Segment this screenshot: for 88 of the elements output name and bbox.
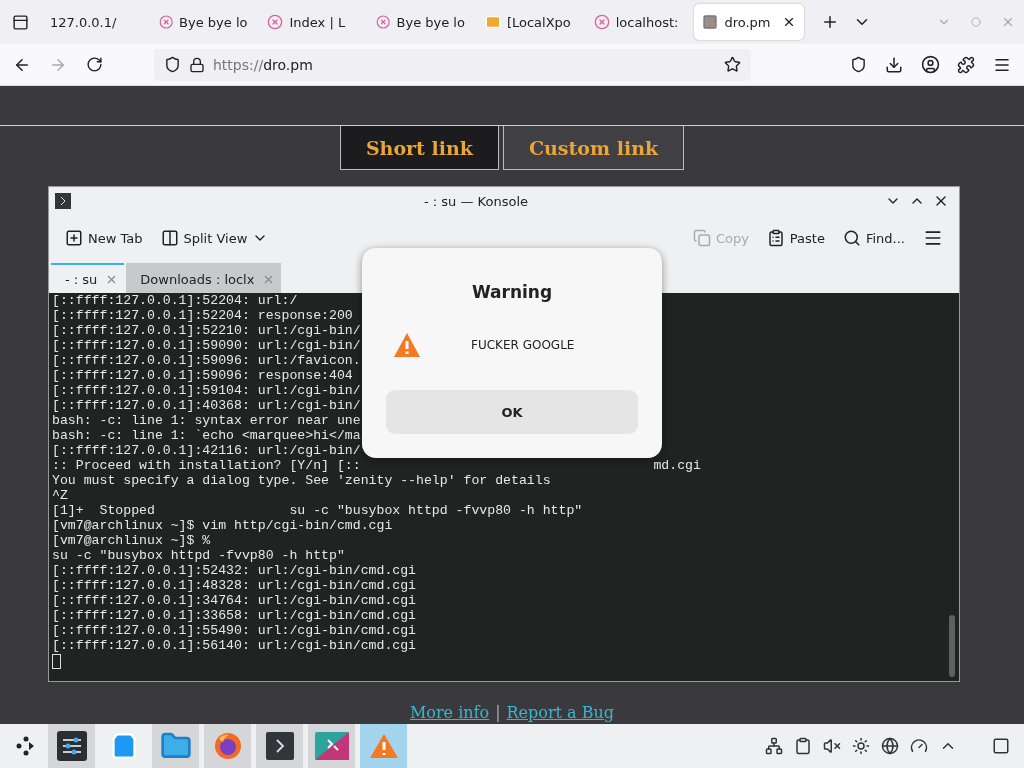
browser-tab[interactable]: 127.0.0.1/ [42, 4, 147, 40]
app-icon [314, 732, 349, 760]
terminal-line: [::ffff:127.0.0.1]:59090: url:/cgi-bin/ [52, 338, 361, 353]
browser-tab[interactable]: Bye bye lo [150, 4, 256, 40]
browser-tab[interactable]: Index | L [259, 4, 365, 40]
terminal-line: [::ffff:127.0.0.1]:56140: url:/cgi-bin/cmd.cgi [52, 638, 417, 653]
close-icon[interactable] [782, 15, 796, 29]
pocket-icon[interactable] [849, 56, 867, 73]
address-bar[interactable]: https://dro.pm [154, 48, 751, 81]
taskbar-item[interactable] [48, 724, 95, 768]
terminal-icon [55, 193, 71, 209]
terminal-line: [::ffff:127.0.0.1]:59096: url:/favicon. [52, 353, 361, 368]
terminal-line: bash: -c: line 1: syntax error near une [52, 413, 361, 428]
clipboard-icon[interactable] [794, 737, 812, 755]
browser-tab[interactable]: localhost: [585, 4, 691, 40]
terminal-line: bash: -c: line 1: `echo <marquee>hi</ma [52, 428, 361, 443]
mode-tab[interactable]: Custom link [502, 126, 685, 170]
terminal-line: [::ffff:127.0.0.1]:55490: url:/cgi-bin/cmd.cgi [52, 623, 417, 638]
terminal-line: :: Proceed with installation? [Y/n] [:: [52, 458, 362, 473]
terminal-line: [::ffff:127.0.0.1]:40368: url:/cgi-bin/ [52, 398, 361, 413]
terminal-icon [265, 732, 294, 760]
bookmark-star-icon[interactable] [724, 56, 741, 73]
scrollbar-thumb[interactable] [949, 615, 955, 677]
terminal-line: [::ffff:127.0.0.1]:52204: response:200 [52, 308, 353, 323]
more-info-link[interactable]: More info [409, 703, 490, 722]
gauge-icon[interactable] [910, 737, 928, 755]
terminal-line: [::ffff:127.0.0.1]:42116: url:/cgi-bin/ [52, 443, 361, 458]
shield-icon [164, 56, 181, 73]
globe-icon[interactable] [881, 737, 899, 755]
new-tab-icon[interactable] [821, 13, 839, 31]
browser-tab[interactable]: Bye bye lo [368, 4, 473, 40]
reload-icon[interactable] [85, 56, 103, 73]
terminal-line: [::ffff:127.0.0.1]:52432: url:/cgi-bin/cmd.cgi [52, 563, 417, 578]
url-text: https://dro.pm [213, 56, 314, 73]
terminal-line: su -c "busybox httpd -fvvp80 -h http" [52, 548, 345, 563]
mode-tab[interactable]: Short link [339, 126, 499, 170]
site-icon [702, 14, 719, 30]
blocked-icon [267, 14, 284, 30]
ok-button[interactable]: OK [386, 390, 638, 434]
paste-icon [766, 229, 785, 247]
terminal-line-fragment: md.cgi [653, 458, 701, 473]
terminal-line: [::ffff:127.0.0.1]:52204: url:/ [52, 293, 298, 308]
taskbar-item[interactable] [256, 724, 303, 768]
separator-text: | [495, 703, 501, 722]
menu-icon[interactable] [923, 228, 943, 248]
terminal-line: [vm7@archlinux ~]$ vim http/cgi-bin/cmd.cgi [52, 518, 393, 533]
browser-tab[interactable]: dro.pm [694, 4, 804, 40]
warning-icon [393, 332, 421, 358]
terminal-line: [::ffff:127.0.0.1]:59096: response:404 [52, 368, 353, 383]
show-desktop-icon[interactable] [992, 737, 1010, 755]
terminal-line: [::ffff:127.0.0.1]:59104: url:/cgi-bin/ [52, 383, 361, 398]
brightness-icon[interactable] [852, 737, 870, 755]
window-title: - : su — Konsole [423, 193, 529, 209]
muted-volume-icon[interactable] [823, 737, 841, 755]
lock-icon [189, 56, 205, 73]
account-icon[interactable] [920, 55, 940, 74]
text-cursor [52, 654, 61, 669]
download-icon[interactable] [885, 55, 903, 74]
terminal-line: [1]+ Stopped su -c "busybox httpd -fvvp80 -h http" [52, 503, 583, 518]
terminal-line: [::ffff:127.0.0.1]:52210: url:/cgi-bin/ [52, 323, 361, 338]
terminal-tab[interactable]: Downloads : loclx [126, 263, 282, 293]
toolbar-button[interactable]: New Tab [59, 225, 149, 251]
taskbar-item[interactable] [204, 724, 251, 768]
split-view-icon [160, 229, 179, 247]
sliders-icon [56, 731, 87, 761]
extensions-icon[interactable] [957, 55, 975, 74]
blocked-icon [593, 14, 610, 30]
toolbar-button[interactable]: Split View [154, 225, 275, 251]
terminal-line: [vm7@archlinux ~]$ % [52, 533, 211, 548]
toolbar-button[interactable]: Find... [836, 225, 911, 251]
copy-icon [692, 229, 711, 247]
blocked-icon [158, 14, 174, 30]
toolbar-button[interactable]: Paste [760, 225, 831, 251]
new-tab-icon [65, 229, 83, 247]
warning-icon [368, 732, 399, 760]
blocked-icon [376, 14, 391, 30]
browser-tab[interactable]: [LocalXpo [476, 4, 582, 40]
terminal-line: ^Z [52, 488, 68, 503]
dialog-message: FUCKER GOOGLE [471, 338, 575, 352]
tab-list-icon[interactable] [11, 13, 29, 31]
terminal-line: [::ffff:127.0.0.1]:33658: url:/cgi-bin/cmd.cgi [52, 608, 417, 623]
terminal-line: [::ffff:127.0.0.1]:34764: url:/cgi-bin/cmd.cgi [52, 593, 417, 608]
terminal-line: You must specify a dialog type. See 'zenity --help' for details [52, 473, 551, 488]
report-bug-link[interactable]: Report a Bug [506, 703, 615, 722]
dialog-title: Warning [471, 282, 553, 302]
terminal-line: [::ffff:127.0.0.1]:48328: url:/cgi-bin/cmd.cgi [52, 578, 417, 593]
search-icon [842, 229, 861, 247]
network-icon[interactable] [765, 737, 783, 755]
